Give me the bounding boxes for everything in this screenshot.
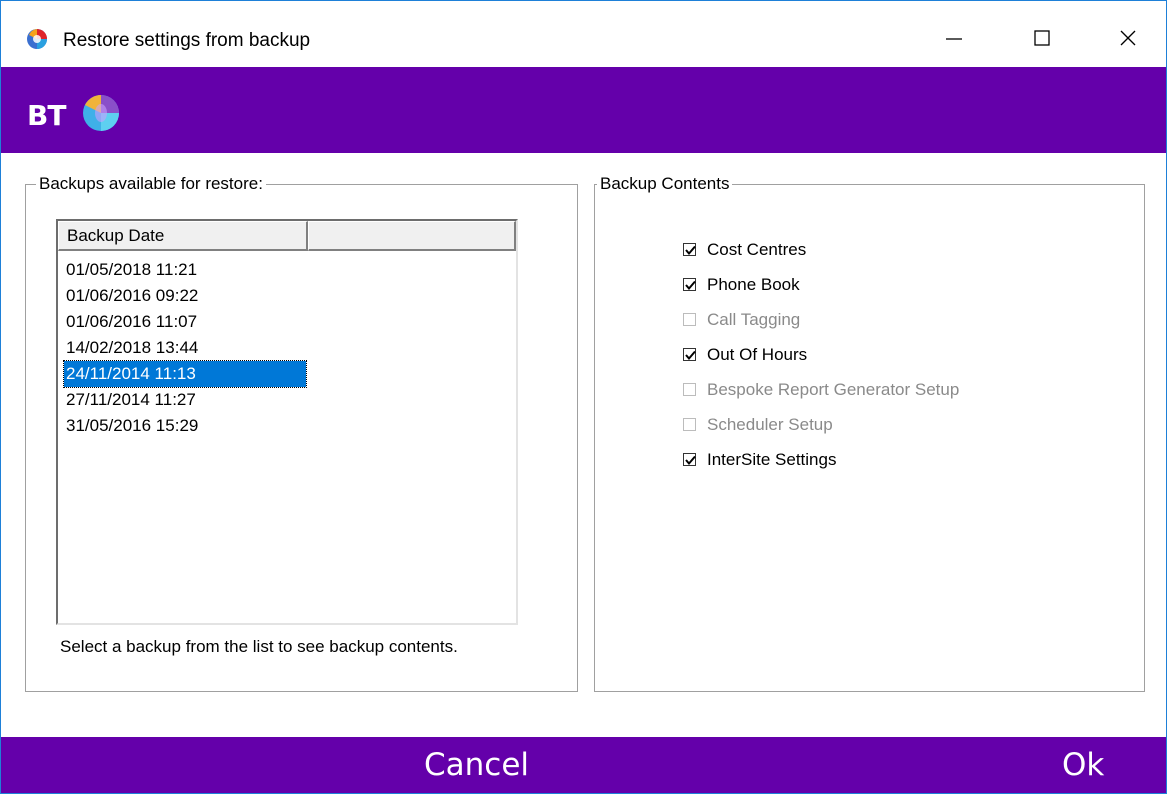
footer-bar: Cancel Ok <box>1 737 1166 793</box>
checkbox <box>683 313 696 326</box>
app-globe-icon <box>25 27 49 51</box>
checkbox-label: Call Tagging <box>707 309 801 329</box>
checkbox-call-tagging: Call Tagging <box>683 302 959 337</box>
checkbox <box>683 383 696 396</box>
cancel-button[interactable]: Cancel <box>424 747 529 783</box>
checkbox[interactable] <box>683 453 696 466</box>
list-item[interactable]: 31/05/2016 15:29 <box>64 413 306 439</box>
maximize-icon <box>1034 30 1050 46</box>
list-item[interactable]: 01/06/2016 11:07 <box>64 309 306 335</box>
checkbox-scheduler-setup: Scheduler Setup <box>683 407 959 442</box>
list-item[interactable]: 01/06/2016 09:22 <box>64 283 306 309</box>
backup-list[interactable]: Backup Date 01/05/2018 11:21 01/06/2016 … <box>56 219 518 625</box>
checkbox-out-of-hours[interactable]: Out Of Hours <box>683 337 959 372</box>
backups-group: Backups available for restore: Backup Da… <box>25 174 578 692</box>
window-title: Restore settings from backup <box>63 30 311 51</box>
contents-legend: Backup Contents <box>597 174 733 194</box>
checkbox-label: Cost Centres <box>707 239 807 259</box>
close-icon <box>1120 30 1136 46</box>
checkbox-label: Bespoke Report Generator Setup <box>707 379 960 399</box>
checkbox[interactable] <box>683 278 696 291</box>
checkbox-label: InterSite Settings <box>707 449 837 469</box>
close-button[interactable] <box>1105 15 1151 61</box>
checkbox <box>683 418 696 431</box>
contents-checklist: Cost Centres Phone Book Call Tagging Out… <box>683 232 959 477</box>
checkbox-label: Scheduler Setup <box>707 414 833 434</box>
list-item[interactable]: 14/02/2018 13:44 <box>64 335 306 361</box>
bt-globe-icon <box>83 95 119 131</box>
maximize-button[interactable] <box>1019 15 1065 61</box>
check-icon <box>685 280 696 291</box>
minimize-icon <box>946 38 962 40</box>
list-header: Backup Date <box>58 221 516 251</box>
column-empty[interactable] <box>308 221 516 251</box>
list-rows: 01/05/2018 11:21 01/06/2016 09:22 01/06/… <box>63 257 307 439</box>
checkbox-intersite-settings[interactable]: InterSite Settings <box>683 442 959 477</box>
checkbox-label: Out Of Hours <box>707 344 808 364</box>
checkbox-cost-centres[interactable]: Cost Centres <box>683 232 959 267</box>
bt-logo: BT <box>27 79 157 139</box>
check-icon <box>685 350 696 361</box>
check-icon <box>685 245 696 256</box>
minimize-button[interactable] <box>931 15 977 61</box>
backup-contents-group: Backup Contents Cost Centres Phone Book … <box>594 174 1145 692</box>
list-item[interactable]: 27/11/2014 11:27 <box>64 387 306 413</box>
checkbox[interactable] <box>683 243 696 256</box>
ok-button[interactable]: Ok <box>1062 747 1104 783</box>
hint-text: Select a backup from the list to see bac… <box>60 637 458 656</box>
checkbox-label: Phone Book <box>707 274 800 294</box>
check-icon <box>685 455 696 466</box>
column-backup-date[interactable]: Backup Date <box>58 221 308 251</box>
brand-band: BT <box>1 67 1166 153</box>
title-bar: Restore settings from backup <box>1 1 1166 67</box>
checkbox-bespoke-report: Bespoke Report Generator Setup <box>683 372 959 407</box>
list-item-selected[interactable]: 24/11/2014 11:13 <box>63 360 307 388</box>
checkbox-phone-book[interactable]: Phone Book <box>683 267 959 302</box>
restore-dialog: Restore settings from backup BT Backups … <box>0 0 1167 794</box>
list-item[interactable]: 01/05/2018 11:21 <box>64 257 306 283</box>
backups-legend: Backups available for restore: <box>36 174 266 194</box>
checkbox[interactable] <box>683 348 696 361</box>
bt-logo-text: BT <box>27 99 66 132</box>
